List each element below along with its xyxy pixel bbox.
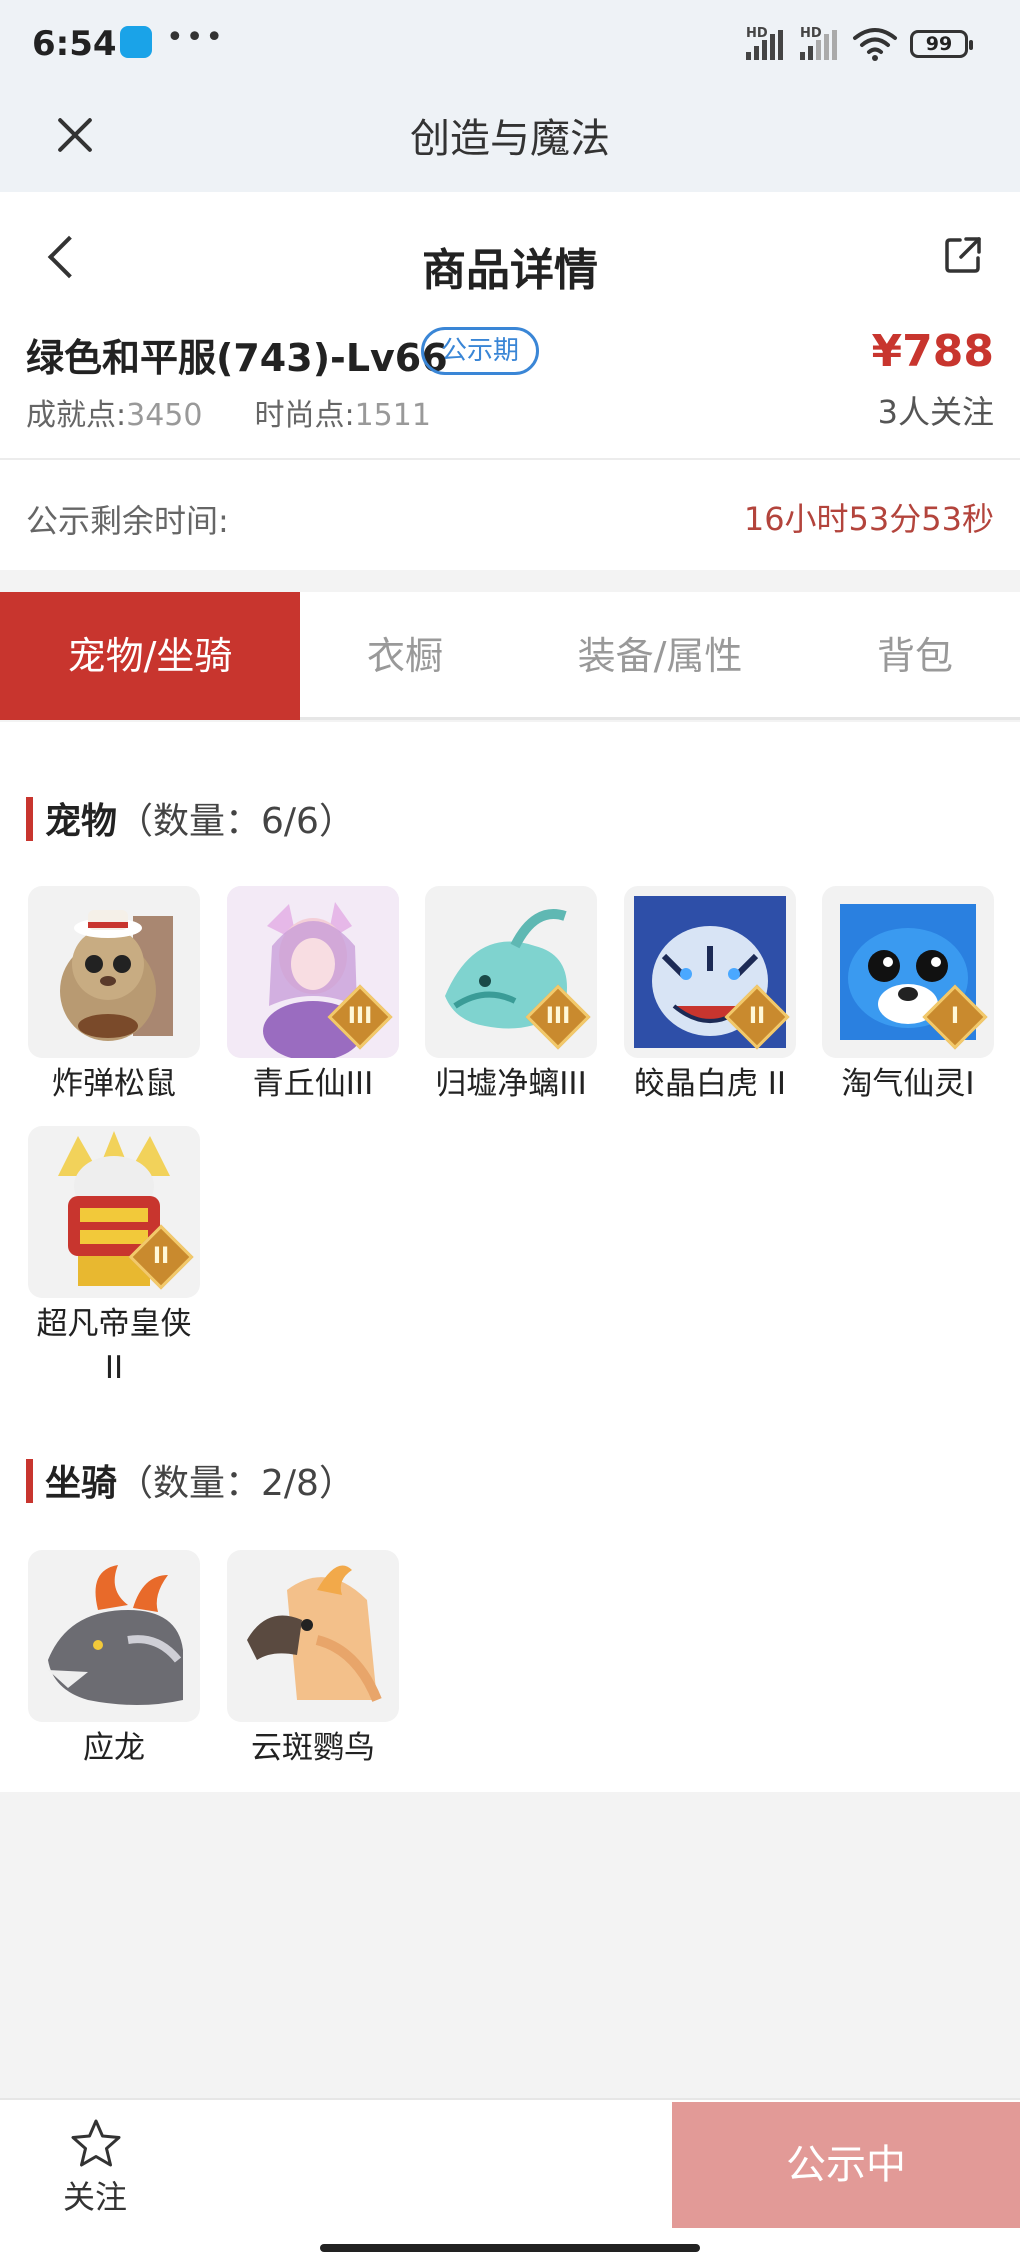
divider (0, 458, 1020, 460)
mount-name: 云斑鹦鸟 (251, 1730, 375, 1766)
bottom-action-bar: 关注 公示中 (0, 2098, 1020, 2267)
pet-thumbnail: III (425, 886, 597, 1058)
tier-label: III (347, 1004, 373, 1029)
content-area: 宠物（数量：6/6） 炸弹松鼠 III 青丘仙III III 归墟净螭III I… (0, 722, 1020, 1792)
tab-bar: 宠物/坐骑 衣橱 装备/属性 背包 (0, 592, 1020, 720)
notice-status-button[interactable]: 公示中 (672, 2102, 1020, 2228)
follow-label: 关注 (62, 2178, 127, 2216)
pet-name: 皎晶白虎 II (633, 1066, 787, 1102)
pet-card[interactable]: III 归墟净螭III (425, 886, 597, 1106)
pet-name: 青丘仙III (252, 1066, 374, 1102)
pet-thumbnail: II (624, 886, 796, 1058)
pet-card[interactable]: III 青丘仙III (227, 886, 399, 1106)
pet-thumbnail: I (822, 886, 994, 1058)
tier-label: II (152, 1244, 170, 1269)
pet-card[interactable]: II 超凡帝皇侠II (28, 1126, 200, 1390)
mounts-count: （数量：2/8） (117, 1463, 355, 1504)
remaining-time-label: 公示剩余时间: (26, 502, 229, 540)
tab-backpack[interactable]: 背包 (830, 592, 1000, 720)
mount-thumbnail (28, 1550, 200, 1722)
pet-name: 淘气仙灵I (841, 1066, 975, 1102)
wifi-icon (853, 28, 897, 61)
mounts-title: 坐骑 (45, 1463, 118, 1504)
mounts-section-title: 坐骑（数量：2/8） (26, 1454, 355, 1506)
tab-equipment[interactable]: 装备/属性 (540, 592, 780, 720)
status-badge: 公示期 (421, 327, 539, 375)
app-title: 创造与魔法 (410, 116, 610, 162)
remaining-time-value: 16小时53分53秒 (743, 500, 994, 538)
share-icon[interactable] (944, 236, 982, 274)
pets-count: （数量：6/6） (117, 801, 355, 842)
page-title: 商品详情 (422, 245, 598, 296)
achievement-label: 成就点: (26, 398, 127, 433)
battery-level: 99 (925, 33, 953, 55)
status-time: 6:54 (32, 24, 117, 64)
star-icon (71, 2119, 121, 2167)
pet-card[interactable]: 炸弹松鼠 (28, 886, 200, 1106)
mount-name: 应龙 (83, 1730, 145, 1766)
pet-thumbnail: III (227, 886, 399, 1058)
item-name: 绿色和平服(743)-Lv66 (26, 336, 448, 380)
item-price: ¥788 (871, 326, 994, 377)
fashion-label: 时尚点: (254, 398, 355, 433)
pet-card[interactable]: II 皎晶白虎 II (624, 886, 796, 1106)
pet-thumbnail (28, 886, 200, 1058)
battery-icon: 99 (910, 30, 973, 58)
title-bar: 创造与魔法 (0, 88, 1020, 192)
tier-label: I (950, 1004, 960, 1029)
tab-pets-mounts[interactable]: 宠物/坐骑 (0, 592, 300, 720)
achievement-value: 3450 (126, 398, 203, 433)
mount-card[interactable]: 云斑鹦鸟 (227, 1550, 399, 1770)
mount-thumbnail (227, 1550, 399, 1722)
signal-icon-1 (746, 30, 783, 60)
pet-card[interactable]: I 淘气仙灵I (822, 886, 994, 1106)
pet-name: 归墟净螭III (435, 1066, 587, 1102)
status-bar: 6:54 ••• HD HD 99 (0, 0, 1020, 88)
followers-count: 3人关注 (877, 393, 994, 431)
nav-bar: 商品详情 (0, 192, 1020, 322)
pet-thumbnail: II (28, 1126, 200, 1298)
tab-wardrobe[interactable]: 衣橱 (300, 592, 510, 720)
more-notifications-icon: ••• (166, 20, 226, 55)
home-indicator (320, 2244, 700, 2252)
pet-name: 超凡帝皇侠II (36, 1306, 192, 1386)
signal-icon-2 (800, 30, 837, 60)
mount-card[interactable]: 应龙 (28, 1550, 200, 1770)
top-bar: 6:54 ••• HD HD 99 创造与魔法 (0, 0, 1020, 192)
browser-app-icon (120, 26, 152, 58)
tier-label: III (545, 1004, 571, 1029)
pets-section-title: 宠物（数量：6/6） (26, 792, 355, 844)
follow-button[interactable]: 关注 (40, 2116, 150, 2226)
pets-title: 宠物 (45, 801, 118, 842)
pet-name: 炸弹松鼠 (52, 1066, 176, 1102)
item-stats: 成就点:3450 时尚点:1511 (26, 390, 431, 434)
fashion-value: 1511 (354, 398, 431, 433)
tier-label: II (748, 1004, 766, 1029)
item-header-panel: 商品详情 绿色和平服(743)-Lv66 公示期 ¥788 成就点:3450 时尚… (0, 192, 1020, 570)
